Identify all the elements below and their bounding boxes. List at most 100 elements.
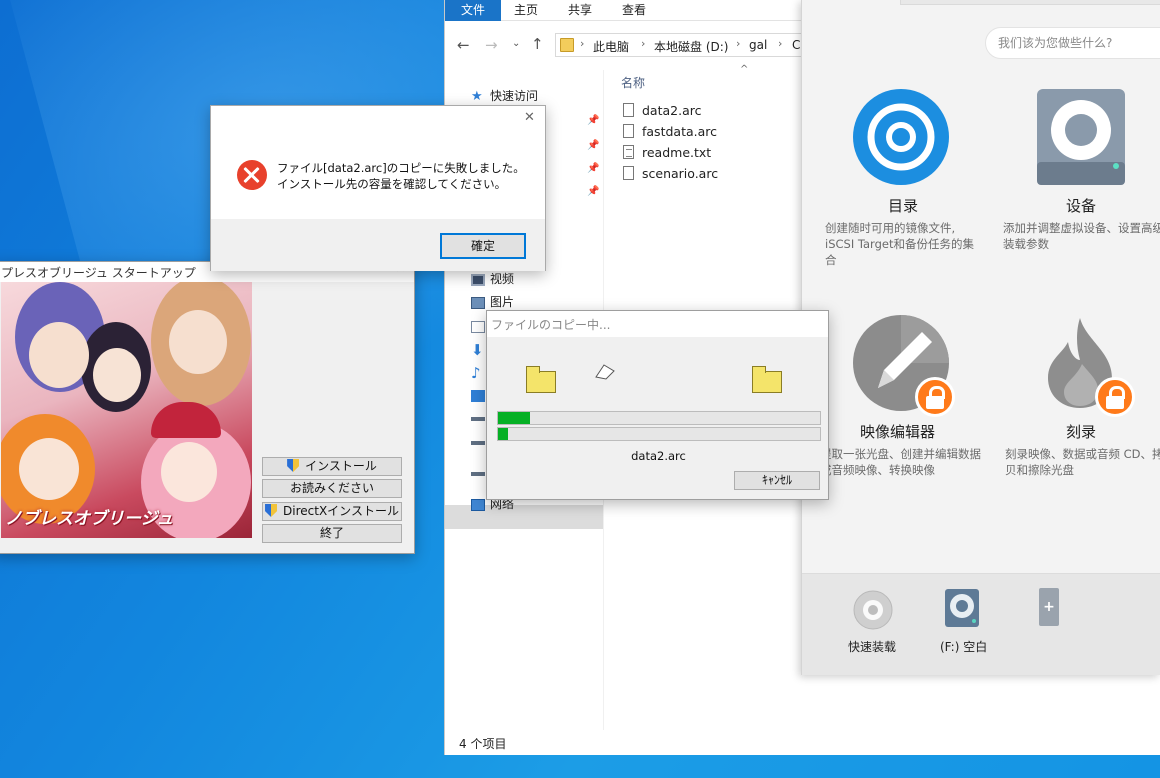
tab-share[interactable]: 共享 — [555, 0, 605, 21]
readme-button[interactable]: お読みください — [262, 479, 402, 498]
install-button-label: インストール — [305, 459, 377, 473]
close-icon[interactable]: ✕ — [524, 110, 535, 125]
copy-title: ファイルのコピー中... — [491, 318, 611, 332]
copy-filename: data2.arc — [631, 449, 686, 463]
download-icon: ⬇ — [471, 340, 484, 359]
artwork-shape — [19, 438, 79, 500]
breadcrumb-this-pc[interactable]: 此电脑 — [593, 38, 629, 55]
nav-videos-label: 视频 — [490, 272, 515, 286]
virtual-drive-icon — [1037, 89, 1125, 185]
error-dialog: ✕ ファイル[data2.arc]のコピーに失敗しました。 インストール先の容量… — [210, 105, 546, 271]
add-device-button[interactable]: + — [1039, 588, 1059, 626]
nav-videos[interactable]: 视频 — [471, 268, 514, 290]
file-icon — [623, 103, 634, 117]
game-logo: ノブレスオブリージュ — [5, 509, 174, 529]
chevron-right-icon: › — [580, 37, 585, 50]
search-input[interactable]: 我们该为您做些什么? — [985, 27, 1160, 59]
drive-icon — [471, 416, 485, 421]
quick-mount-label: 快速装载 — [848, 640, 897, 654]
pin-icon[interactable]: 📌 — [587, 140, 599, 151]
column-header-name[interactable]: 名称 — [621, 74, 645, 91]
drive-icon — [471, 471, 485, 476]
chevron-right-icon: › — [778, 37, 783, 50]
feature-catalog-title: 目录 — [888, 197, 919, 215]
drive-icon — [471, 440, 485, 445]
file-row[interactable]: data2.arc — [623, 100, 701, 121]
catalog-disc-icon — [853, 89, 949, 185]
install-button[interactable]: インストール — [262, 457, 402, 476]
overall-progress-bar — [497, 411, 821, 425]
recent-dropdown-icon[interactable]: ⌄ — [512, 38, 520, 49]
exit-button[interactable]: 終了 — [262, 524, 402, 543]
lock-icon — [1095, 377, 1135, 417]
feature-image-editor-desc: 提取一张光盘、创建并编辑数据或音频映像、转换映像 — [820, 447, 981, 477]
status-item-count: 4 个项目 — [459, 737, 507, 751]
desktop-icon — [471, 389, 485, 402]
document-icon — [471, 320, 485, 333]
disc-tool-window: 我们该为您做些什么? 目录 创建随时可用的镜像文件, iSCSI Target和… — [801, 0, 1160, 675]
folder-icon — [560, 38, 574, 52]
feature-image-editor-title: 映像编辑器 — [860, 423, 936, 441]
artwork-shape — [151, 402, 221, 438]
music-icon: ♪ — [471, 363, 481, 382]
pin-icon[interactable]: 📌 — [587, 115, 599, 126]
back-arrow-icon[interactable]: ← — [457, 36, 470, 54]
feature-burn-desc: 刻录映像、数据或音频 CD、拷贝和擦除光盘 — [1005, 447, 1160, 477]
file-row[interactable]: scenario.arc — [623, 163, 718, 184]
file-icon — [623, 124, 634, 138]
overall-progress-fill — [498, 412, 531, 424]
pin-icon[interactable]: 📌 — [587, 163, 599, 174]
breadcrumb-c[interactable]: C — [792, 38, 800, 52]
file-name: scenario.arc — [642, 166, 719, 181]
pin-icon[interactable]: 📌 — [587, 186, 599, 197]
top-search-tab — [900, 0, 1160, 5]
quick-mount-disc-icon — [853, 590, 893, 630]
error-message-line: ファイル[data2.arc]のコピーに失敗しました。 — [277, 161, 525, 175]
nav-selected-highlight — [445, 505, 603, 529]
tab-view[interactable]: 查看 — [609, 0, 659, 21]
nav-pictures-label: 图片 — [490, 295, 515, 309]
error-message-line: インストール先の容量を確認してください。 — [277, 177, 507, 191]
error-message: ファイル[data2.arc]のコピーに失敗しました。 インストール先の容量を確… — [277, 160, 525, 192]
network-icon — [471, 498, 485, 511]
file-progress-bar — [497, 427, 821, 441]
cancel-button[interactable]: ｷｬﾝｾﾙ — [734, 471, 820, 490]
uac-shield-icon — [265, 504, 278, 517]
file-name: data2.arc — [642, 103, 702, 118]
feature-devices-title: 设备 — [1066, 197, 1097, 215]
tab-file[interactable]: 文件 — [445, 0, 501, 21]
drive-f-label: (F:) 空白 — [940, 640, 988, 654]
source-folder-icon — [526, 366, 556, 393]
video-icon — [471, 273, 485, 286]
artwork-shape — [161, 442, 217, 502]
file-row[interactable]: readme.txt — [623, 142, 711, 163]
tab-home[interactable]: 主页 — [501, 0, 551, 21]
artwork-shape — [169, 310, 227, 374]
picture-icon — [471, 296, 485, 309]
breadcrumb-drive-d[interactable]: 本地磁盘 (D:) — [654, 38, 728, 55]
file-row[interactable]: fastdata.arc — [623, 121, 717, 142]
file-name: readme.txt — [642, 145, 712, 160]
artwork-shape — [29, 322, 89, 388]
error-icon — [237, 160, 267, 190]
copy-progress-dialog: ファイルのコピー中... data2.arc ｷｬﾝｾﾙ — [486, 310, 829, 500]
directx-install-button[interactable]: DirectXインストール — [262, 502, 402, 521]
nav-quick-access[interactable]: ★ 快速访问 — [471, 85, 538, 107]
feature-burn-title: 刻录 — [1066, 423, 1097, 441]
flying-paper-icon — [595, 364, 615, 380]
star-icon: ★ — [471, 88, 483, 104]
up-arrow-icon[interactable]: ↑ — [531, 35, 544, 53]
ok-button[interactable]: 確定 — [440, 233, 526, 259]
chevron-right-icon: › — [736, 37, 741, 50]
dialog-button-area: 確定 — [211, 219, 545, 271]
file-progress-fill — [498, 428, 508, 440]
feature-devices-desc: 添加并调整虚拟设备、设置高级装载参数 — [1003, 221, 1160, 251]
breadcrumb-gal[interactable]: gal — [749, 38, 767, 52]
plus-icon: + — [1043, 599, 1055, 615]
text-file-icon — [623, 145, 634, 159]
file-name: fastdata.arc — [642, 124, 717, 139]
chevron-right-icon: › — [641, 37, 646, 50]
game-artwork: ノブレスオブリージュ — [1, 282, 252, 538]
address-bar[interactable]: › 此电脑 › 本地磁盘 (D:) › gal › C — [555, 33, 815, 57]
forward-arrow-icon[interactable]: → — [485, 36, 498, 54]
